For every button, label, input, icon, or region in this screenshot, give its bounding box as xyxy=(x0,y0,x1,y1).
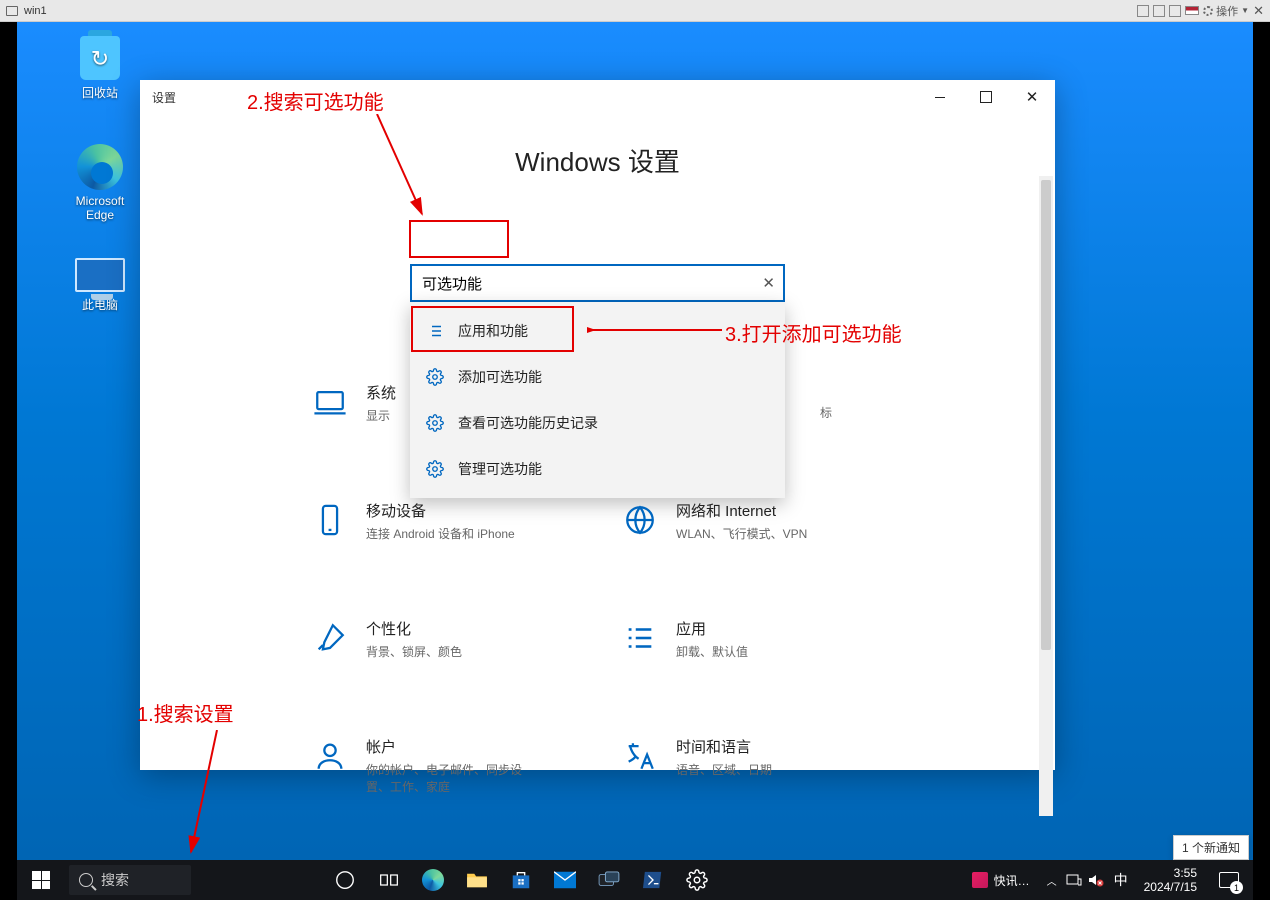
scrollbar-thumb[interactable] xyxy=(1041,180,1051,650)
category-time-language[interactable]: 时间和语言语音、区域、日期 xyxy=(620,736,772,778)
category-personalization[interactable]: 个性化背景、锁屏、颜色 xyxy=(310,618,462,660)
vm-icon xyxy=(6,6,18,16)
settings-window-name: 设置 xyxy=(152,89,176,106)
action-center-button[interactable]: 1 xyxy=(1209,860,1249,900)
settings-search-box[interactable]: ✕ xyxy=(410,264,785,302)
gear-icon xyxy=(426,414,444,432)
gear-icon xyxy=(426,460,444,478)
taskbar-mail[interactable] xyxy=(543,860,587,900)
letterbox xyxy=(0,22,17,900)
windows-desktop[interactable]: 回收站 Microsoft Edge 此电脑 设置 ✕ Windows 设置 xyxy=(17,22,1253,900)
suggestion-add-optional-feature[interactable]: 添加可选功能 xyxy=(410,354,785,400)
taskbar-settings[interactable] xyxy=(675,860,719,900)
taskbar-clock[interactable]: 3:55 2024/7/15 xyxy=(1138,866,1203,894)
notification-badge: 1 xyxy=(1230,881,1243,894)
suggestion-label: 查看可选功能历史记录 xyxy=(458,413,598,433)
person-icon xyxy=(310,736,350,776)
settings-titlebar[interactable]: 设置 ✕ xyxy=(140,80,1055,114)
taskbar-edge[interactable] xyxy=(411,860,455,900)
windows-logo-icon xyxy=(32,871,50,889)
category-devices[interactable]: 移动设备连接 Android 设备和 iPhone xyxy=(310,500,515,542)
taskbar-taskview[interactable] xyxy=(367,860,411,900)
page-title: Windows 设置 xyxy=(140,142,1055,179)
minimize-button[interactable] xyxy=(917,80,963,114)
settings-body: Windows 设置 ✕ 应用和功能 xyxy=(140,142,1055,798)
network-connected-icon[interactable] xyxy=(1066,872,1082,888)
laptop-icon xyxy=(310,382,350,422)
search-icon xyxy=(79,873,93,887)
taskbar-store[interactable] xyxy=(499,860,543,900)
news-icon xyxy=(972,872,988,888)
vm-close-button[interactable]: ✕ xyxy=(1253,3,1264,19)
vm-viewport: 回收站 Microsoft Edge 此电脑 设置 ✕ Windows 设置 xyxy=(0,22,1270,900)
letterbox xyxy=(1253,22,1270,900)
clear-search-icon[interactable]: ✕ xyxy=(762,274,775,292)
us-flag-icon xyxy=(1185,6,1199,15)
list-icon xyxy=(426,322,444,340)
vm-action-menu[interactable]: 操作 ▼ xyxy=(1203,3,1249,19)
taskbar-powershell[interactable] xyxy=(631,860,675,900)
taskbar-explorer[interactable] xyxy=(455,860,499,900)
volume-muted-icon[interactable] xyxy=(1088,872,1104,888)
apps-list-icon xyxy=(620,618,660,658)
gear-icon xyxy=(426,368,444,386)
maximize-button[interactable] xyxy=(963,80,1009,114)
vm-view-button-1[interactable] xyxy=(1137,5,1149,17)
settings-scrollbar[interactable] xyxy=(1039,176,1053,816)
suggestion-manage-features[interactable]: 管理可选功能 xyxy=(410,446,785,492)
vm-host-titlebar: win1 操作 ▼ ✕ xyxy=(0,0,1270,22)
ime-indicator[interactable]: 中 xyxy=(1110,870,1132,890)
suggestion-feature-history[interactable]: 查看可选功能历史记录 xyxy=(410,400,785,446)
taskbar-search[interactable]: 搜索 xyxy=(69,865,191,895)
taskbar: 搜索 快讯… ︿ 中 3:55 xyxy=(17,860,1253,900)
search-suggestions: 应用和功能 添加可选功能 查看可选功能历史记录 xyxy=(410,302,785,498)
start-button[interactable] xyxy=(17,860,65,900)
pc-icon xyxy=(75,258,125,292)
notification-tooltip: 1 个新通知 xyxy=(1173,835,1249,860)
edge-icon xyxy=(77,144,123,190)
tray-overflow-icon[interactable]: ︿ xyxy=(1044,872,1060,888)
category-system[interactable]: 系统显示 xyxy=(310,382,396,424)
desktop-icon-this-pc[interactable]: 此电脑 xyxy=(62,258,138,313)
suggestion-label: 应用和功能 xyxy=(458,321,528,341)
taskbar-news-widget[interactable]: 快讯… xyxy=(964,872,1038,889)
suggestion-apps-features[interactable]: 应用和功能 xyxy=(410,308,785,354)
globe-icon xyxy=(620,500,660,540)
suggestion-label: 管理可选功能 xyxy=(458,459,542,479)
brush-icon xyxy=(310,618,350,658)
category-apps[interactable]: 应用卸载、默认值 xyxy=(620,618,748,660)
vm-view-button-2[interactable] xyxy=(1153,5,1165,17)
recycle-bin-icon xyxy=(80,36,120,80)
settings-window: 设置 ✕ Windows 设置 ✕ xyxy=(140,80,1055,770)
system-tray: 快讯… ︿ 中 3:55 2024/7/15 1 xyxy=(964,860,1253,900)
suggestion-label: 添加可选功能 xyxy=(458,367,542,387)
desktop-icon-recycle-bin[interactable]: 回收站 xyxy=(62,36,138,101)
taskbar-vmware[interactable] xyxy=(587,860,631,900)
close-button[interactable]: ✕ xyxy=(1009,80,1055,114)
gear-icon xyxy=(1203,6,1213,16)
language-icon xyxy=(620,736,660,776)
category-network[interactable]: 网络和 InternetWLAN、飞行模式、VPN xyxy=(620,500,807,542)
desktop-icon-edge[interactable]: Microsoft Edge xyxy=(62,144,138,222)
category-accounts[interactable]: 帐户你的帐户、电子邮件、同步设置、工作、家庭 xyxy=(310,736,536,795)
phone-icon xyxy=(310,500,350,540)
vm-title: win1 xyxy=(24,5,47,17)
settings-search-input[interactable] xyxy=(422,275,762,292)
vm-view-button-3[interactable] xyxy=(1169,5,1181,17)
taskbar-cortana[interactable] xyxy=(323,860,367,900)
category-desc-fragment: 标 xyxy=(820,404,832,421)
